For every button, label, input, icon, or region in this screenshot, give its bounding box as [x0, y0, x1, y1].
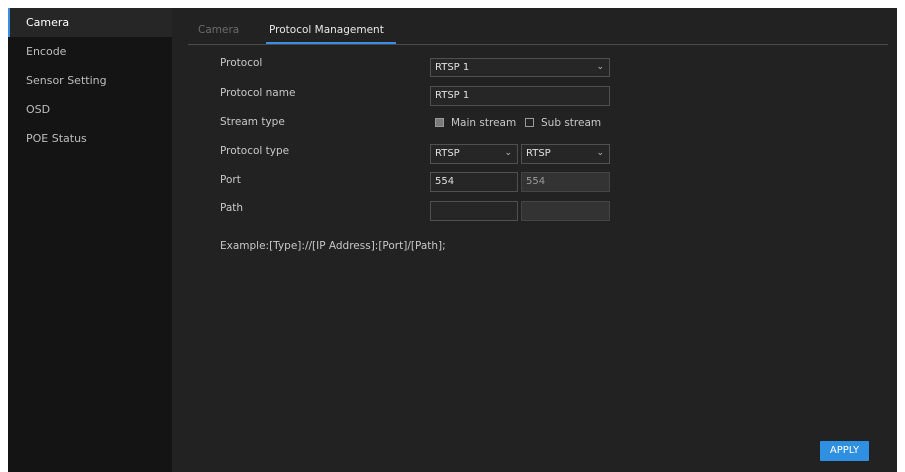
- app-frame: Camera Encode Sensor Setting OSD POE Sta…: [8, 8, 897, 472]
- sidebar-item-encode[interactable]: Encode: [8, 37, 172, 66]
- port-main-input[interactable]: 554: [430, 172, 518, 192]
- protocol-name-label: Protocol name: [220, 87, 296, 99]
- path-label: Path: [220, 202, 244, 214]
- sidebar-item-poe-status[interactable]: POE Status: [8, 124, 172, 153]
- sidebar-item-sensor-setting[interactable]: Sensor Setting: [8, 66, 172, 95]
- protocol-select-value: RTSP 1: [435, 62, 470, 73]
- protocol-name-value: RTSP 1: [435, 90, 470, 101]
- chevron-down-icon: ⌄: [504, 148, 512, 158]
- port-sub-input: 554: [521, 172, 610, 192]
- sidebar: Camera Encode Sensor Setting OSD POE Sta…: [8, 8, 172, 472]
- tab-camera[interactable]: Camera: [198, 24, 239, 36]
- path-main-input[interactable]: [430, 201, 518, 221]
- port-label: Port: [220, 174, 241, 186]
- sidebar-item-camera[interactable]: Camera: [8, 8, 172, 37]
- protocol-type-label: Protocol type: [220, 145, 290, 157]
- protocol-select[interactable]: RTSP 1 ⌄: [430, 58, 610, 77]
- tab-bar: Camera Protocol Management: [188, 20, 888, 45]
- sub-stream-label: Sub stream: [541, 117, 602, 129]
- protocol-type-sub-value: RTSP: [526, 148, 551, 159]
- main-panel: Camera Protocol Management Protocol RTSP…: [172, 8, 897, 472]
- protocol-type-main-select[interactable]: RTSP ⌄: [430, 144, 518, 164]
- main-stream-label: Main stream: [451, 117, 517, 129]
- protocol-type-main-value: RTSP: [435, 148, 460, 159]
- sub-stream-checkbox[interactable]: Sub stream: [525, 117, 601, 129]
- stream-type-label: Stream type: [220, 116, 285, 128]
- protocol-name-input[interactable]: RTSP 1: [430, 86, 610, 106]
- protocol-type-sub-select[interactable]: RTSP ⌄: [521, 144, 610, 164]
- tab-protocol-management[interactable]: Protocol Management: [269, 24, 384, 36]
- port-main-value: 554: [435, 176, 455, 187]
- port-sub-value: 554: [526, 176, 546, 187]
- main-stream-checkbox[interactable]: Main stream: [435, 117, 516, 129]
- active-tab-indicator: [266, 42, 396, 44]
- checkbox-unchecked-icon: [525, 117, 534, 127]
- sidebar-item-osd[interactable]: OSD: [8, 95, 172, 124]
- checkbox-checked-icon: [435, 117, 444, 127]
- path-example-hint: Example:[Type]://[IP Address]:[Port]/[Pa…: [220, 240, 446, 252]
- path-sub-input: [521, 201, 610, 221]
- protocol-label: Protocol: [220, 57, 263, 69]
- apply-button[interactable]: APPLY: [820, 441, 869, 461]
- chevron-down-icon: ⌄: [596, 148, 604, 158]
- chevron-down-icon: ⌄: [596, 62, 604, 72]
